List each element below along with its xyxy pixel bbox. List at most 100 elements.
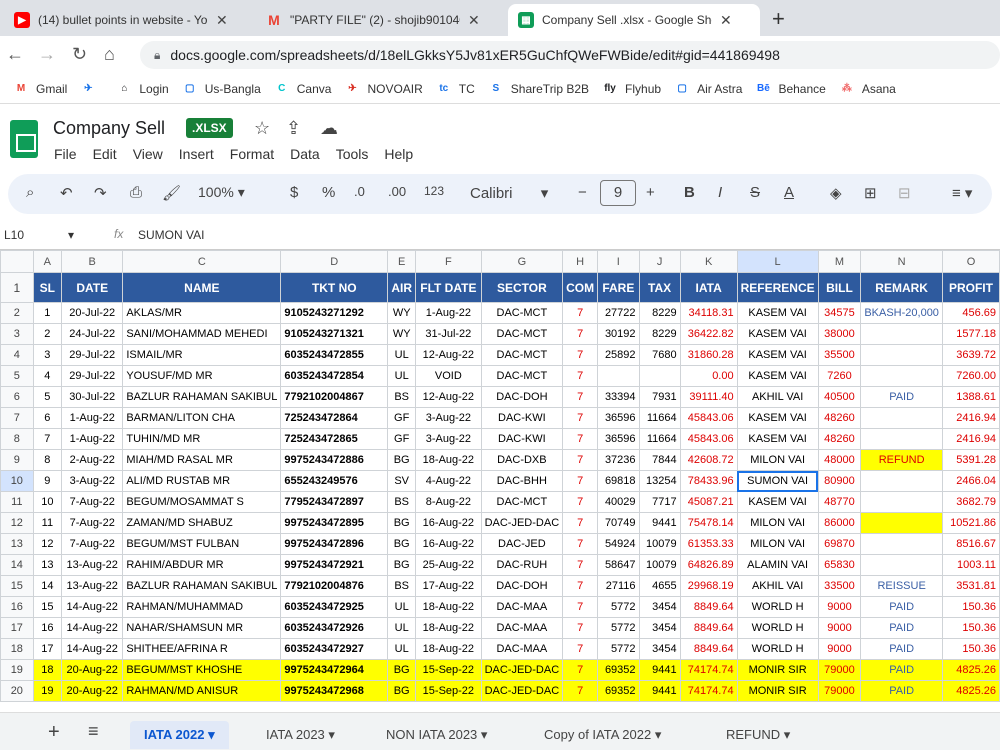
cell-sl[interactable]: 15 <box>32 596 63 618</box>
cell-flt[interactable]: 18-Aug-22 <box>415 617 482 639</box>
cell-bill[interactable]: 65830 <box>817 554 862 576</box>
cell-air[interactable]: BG <box>387 554 417 576</box>
cell-sector[interactable]: DAC-JED-DAC <box>480 659 564 681</box>
cell-profit[interactable]: 2416.94 <box>941 407 1000 429</box>
cell-sl[interactable]: 16 <box>32 617 63 639</box>
cell-profit[interactable]: 5391.28 <box>941 449 1000 471</box>
column-title-iata[interactable]: IATA <box>679 272 738 303</box>
cell-com[interactable]: 7 <box>562 575 599 597</box>
cell-sector[interactable]: DAC-KWI <box>480 407 564 429</box>
bookmark-item[interactable]: ▢ Air Astra <box>675 82 742 96</box>
cell-date[interactable]: 14-Aug-22 <box>61 617 124 639</box>
column-header-G[interactable]: G <box>480 250 564 273</box>
cell-sector[interactable]: DAC-JED <box>480 533 564 555</box>
sheet-tab[interactable]: IATA 2022 ▾ <box>130 721 229 749</box>
cell-ref[interactable]: MILON VAI <box>736 449 819 471</box>
cell-com[interactable]: 7 <box>562 470 599 492</box>
cell-fare[interactable]: 27116 <box>597 575 640 597</box>
cell-sl[interactable]: 5 <box>32 386 63 408</box>
cell-name[interactable]: NAHAR/SHAMSUN MR <box>122 617 282 639</box>
cell-profit[interactable]: 1003.11 <box>941 554 1000 576</box>
cell-sector[interactable]: DAC-DOH <box>480 386 564 408</box>
cell-remark[interactable]: BKASH-20,000 <box>860 302 943 324</box>
cell-air[interactable]: BS <box>387 575 417 597</box>
cell-tkt[interactable]: 9975243472964 <box>280 659 389 681</box>
cell-profit[interactable]: 150.36 <box>941 617 1000 639</box>
increase-decimal-button[interactable]: .00 <box>388 184 406 199</box>
cell-tkt[interactable]: 6035243472855 <box>280 344 389 366</box>
cell-sector[interactable]: DAC-BHH <box>480 470 564 492</box>
cell-date[interactable]: 13-Aug-22 <box>61 575 124 597</box>
cell-iata[interactable]: 8849.64 <box>679 638 738 660</box>
menu-tools[interactable]: Tools <box>336 146 369 162</box>
new-tab-icon[interactable]: + <box>772 6 785 32</box>
cell-air[interactable]: GF <box>387 428 417 450</box>
decrease-decimal-button[interactable]: .0 <box>354 184 365 199</box>
cell-ref[interactable]: KASEM VAI <box>736 344 819 366</box>
chevron-down-icon[interactable]: ▾ <box>325 727 335 742</box>
reload-icon[interactable]: ↻ <box>72 44 87 65</box>
cell-bill[interactable]: 38000 <box>817 323 862 345</box>
cell-air[interactable]: WY <box>387 302 417 324</box>
bookmark-item[interactable]: tc TC <box>437 82 474 96</box>
cell-date[interactable]: 24-Jul-22 <box>61 323 124 345</box>
column-title-reference[interactable]: REFERENCE <box>736 272 819 303</box>
row-header[interactable]: 15 <box>0 575 34 597</box>
cell-sector[interactable]: DAC-MCT <box>480 491 564 513</box>
cell-fare[interactable]: 40029 <box>597 491 640 513</box>
sheets-logo-icon[interactable] <box>10 120 38 158</box>
cell-tkt[interactable]: 9975243472968 <box>280 680 389 702</box>
cell-profit[interactable]: 3682.79 <box>941 491 1000 513</box>
cell-date[interactable]: 7-Aug-22 <box>61 491 124 513</box>
cell-ref[interactable]: WORLD H <box>736 596 819 618</box>
cell-fare[interactable]: 69818 <box>597 470 640 492</box>
column-title-fare[interactable]: FARE <box>597 272 640 303</box>
cell-com[interactable]: 7 <box>562 680 599 702</box>
close-tab-icon[interactable]: ✕ <box>468 12 480 29</box>
add-sheet-icon[interactable]: + <box>48 721 60 744</box>
cell-iata[interactable]: 8849.64 <box>679 617 738 639</box>
cell-fare[interactable]: 69352 <box>597 680 640 702</box>
cell-bill[interactable]: 69870 <box>817 533 862 555</box>
bookmark-item[interactable]: ⌂ Login <box>117 82 168 96</box>
cell-flt[interactable]: 31-Jul-22 <box>415 323 482 345</box>
column-header-J[interactable]: J <box>638 250 681 273</box>
cell-bill[interactable]: 40500 <box>817 386 862 408</box>
cell-bill[interactable]: 9000 <box>817 596 862 618</box>
column-header-I[interactable]: I <box>597 250 640 273</box>
cell-name[interactable]: RAHMAN/MUHAMMAD <box>122 596 282 618</box>
cell-sector[interactable]: DAC-MCT <box>480 323 564 345</box>
cell-ref[interactable]: MILON VAI <box>736 533 819 555</box>
cell-profit[interactable]: 150.36 <box>941 596 1000 618</box>
undo-icon[interactable]: ↶ <box>60 184 73 202</box>
browser-tab-gmail[interactable]: M "PARTY FILE" (2) - shojib9010400 ✕ <box>256 4 506 36</box>
cell-tkt[interactable]: 9975243472886 <box>280 449 389 471</box>
column-header-D[interactable]: D <box>280 250 389 273</box>
cell-sector[interactable]: DAC-MCT <box>480 365 564 387</box>
bookmark-item[interactable]: ✈ <box>81 82 103 96</box>
cell-com[interactable]: 7 <box>562 638 599 660</box>
cell-ref[interactable]: KASEM VAI <box>736 428 819 450</box>
cell-profit[interactable]: 8516.67 <box>941 533 1000 555</box>
cell-sector[interactable]: DAC-MCT <box>480 344 564 366</box>
cell-tax[interactable] <box>638 365 681 387</box>
cell-com[interactable]: 7 <box>562 554 599 576</box>
menu-insert[interactable]: Insert <box>179 146 214 162</box>
cell-date[interactable]: 3-Aug-22 <box>61 470 124 492</box>
cell-tax[interactable]: 8229 <box>638 323 681 345</box>
cell-sector[interactable]: DAC-DXB <box>480 449 564 471</box>
cell-date[interactable]: 2-Aug-22 <box>61 449 124 471</box>
column-title-air[interactable]: AIR <box>387 272 417 303</box>
cell-sector[interactable]: DAC-JED-DAC <box>480 680 564 702</box>
borders-icon[interactable]: ⊞ <box>864 184 877 202</box>
align-icon[interactable]: ≡ ▾ <box>952 184 972 202</box>
cell-air[interactable]: UL <box>387 638 417 660</box>
cell-tkt[interactable]: 6035243472926 <box>280 617 389 639</box>
cell-remark[interactable]: PAID <box>860 386 943 408</box>
cell-name[interactable]: RAHIM/ABDUR MR <box>122 554 282 576</box>
cell-name[interactable]: BAZLUR RAHAMAN SAKIBUL <box>122 386 282 408</box>
font-select[interactable]: Calibri ▾ <box>470 184 548 202</box>
cell-remark[interactable] <box>860 323 943 345</box>
cell-remark[interactable]: PAID <box>860 617 943 639</box>
cell-date[interactable]: 13-Aug-22 <box>61 554 124 576</box>
